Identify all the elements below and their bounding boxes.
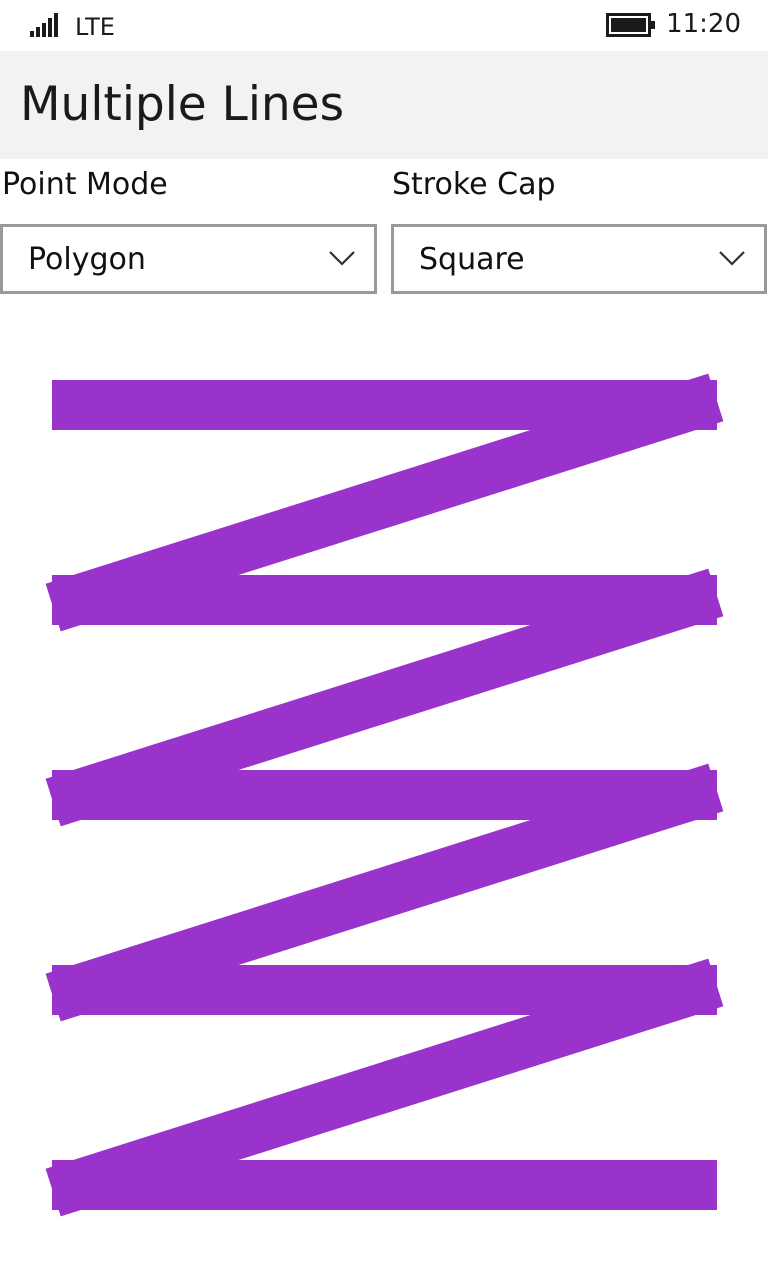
diagonal-line-segment	[45, 568, 724, 827]
point-mode-dropdown[interactable]: Polygon	[0, 224, 377, 294]
stroke-cap-label: Stroke Cap	[392, 167, 556, 202]
chevron-down-icon	[719, 251, 745, 266]
stroke-cap-selected-value: Square	[419, 242, 525, 277]
battery-full-icon	[606, 13, 655, 37]
chevron-down-icon	[329, 251, 355, 266]
signal-bars-icon	[30, 13, 58, 37]
stroke-cap-dropdown[interactable]: Square	[391, 224, 767, 294]
diagonal-line-segment	[45, 958, 724, 1217]
point-mode-label: Point Mode	[2, 167, 168, 202]
diagonal-line-segment	[45, 373, 724, 632]
network-type-label: LTE	[75, 13, 115, 41]
drawing-canvas	[45, 373, 724, 1217]
diagonal-line-segment	[45, 763, 724, 1022]
zigzag-polygon	[45, 373, 724, 1217]
point-mode-selected-value: Polygon	[28, 242, 146, 277]
status-time: 11:20	[666, 9, 741, 39]
status-bar: LTE 11:20	[0, 0, 768, 50]
page-header: Multiple Lines	[0, 51, 768, 159]
page-title: Multiple Lines	[20, 77, 345, 132]
